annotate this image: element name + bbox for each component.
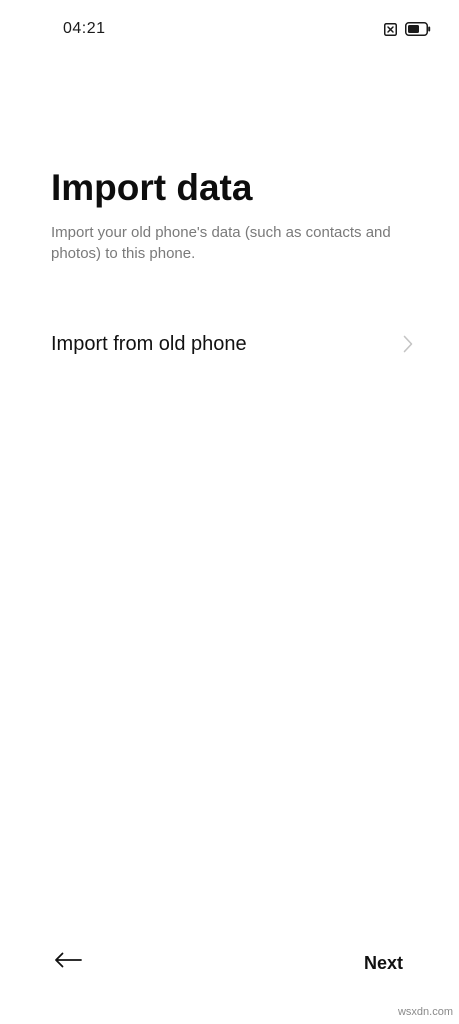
chevron-right-icon xyxy=(403,335,413,353)
close-box-icon xyxy=(384,22,397,36)
back-button[interactable] xyxy=(50,946,86,978)
battery-icon xyxy=(405,22,431,36)
status-time: 04:21 xyxy=(63,20,106,37)
status-bar: 04:21 xyxy=(0,0,459,58)
watermark: wsxdn.com xyxy=(397,1006,453,1018)
next-button[interactable]: Next xyxy=(364,948,403,978)
page-title: Import data xyxy=(51,167,253,208)
arrow-left-icon xyxy=(54,952,82,973)
page-subtitle: Import your old phone's data (such as co… xyxy=(51,224,391,262)
import-from-old-phone-option[interactable]: Import from old phone xyxy=(51,320,413,368)
status-icons xyxy=(384,22,431,36)
option-label: Import from old phone xyxy=(51,332,247,355)
